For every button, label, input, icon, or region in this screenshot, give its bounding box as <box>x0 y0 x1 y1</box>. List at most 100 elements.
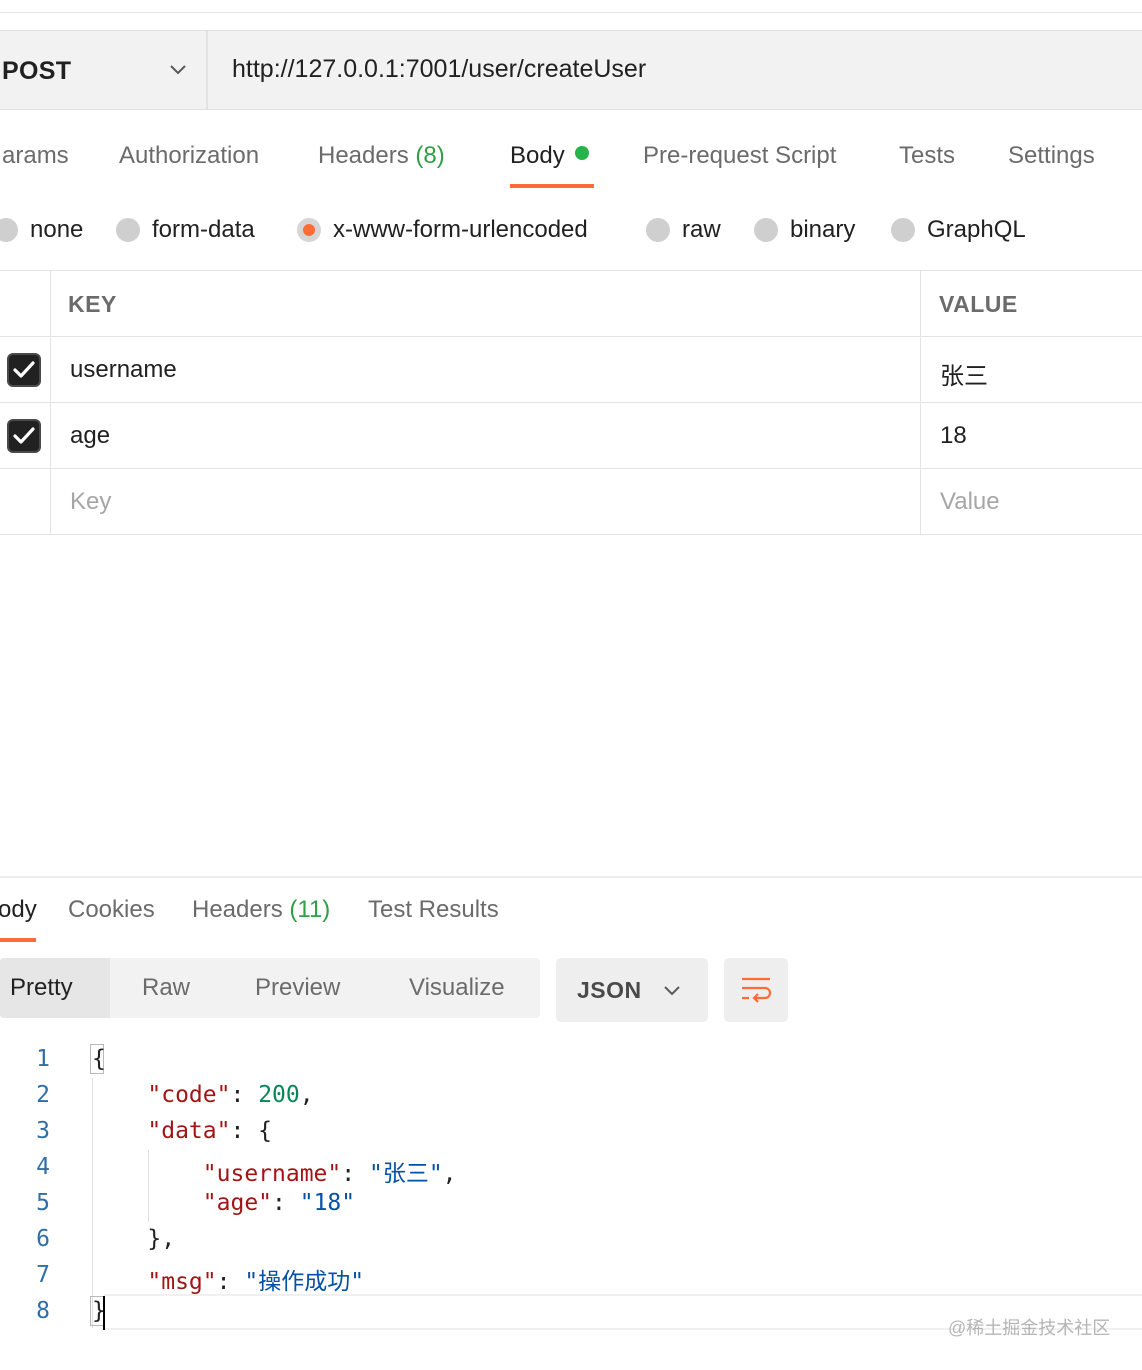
line-number: 1 <box>36 1046 50 1072</box>
json-string: "操作成功" <box>244 1269 365 1295</box>
radio-icon <box>0 218 18 242</box>
radio-selected-icon <box>297 218 321 242</box>
tab-settings[interactable]: Settings <box>1008 142 1095 170</box>
tab-label: Body <box>510 142 565 169</box>
response-code-editor[interactable]: 1 2 3 4 5 6 7 8 { "code": 200, "data": {… <box>0 1040 1142 1340</box>
json-key: "age" <box>202 1190 273 1216</box>
tab-params[interactable]: arams <box>2 142 69 170</box>
line-number: 7 <box>36 1262 50 1288</box>
key-input[interactable]: Key <box>70 488 111 516</box>
radio-raw[interactable]: raw <box>646 210 721 250</box>
radio-icon <box>646 218 670 242</box>
checkmark-icon <box>13 427 35 444</box>
radio-graphql[interactable]: GraphQL <box>891 210 1026 250</box>
json-key: "code" <box>147 1082 231 1108</box>
tab-authorization[interactable]: Authorization <box>119 142 259 170</box>
checkmark-icon <box>13 361 35 378</box>
tab-label: Settings <box>1008 142 1095 169</box>
line-number: 8 <box>36 1298 50 1324</box>
json-brace: { <box>92 1046 106 1072</box>
radio-icon <box>116 218 140 242</box>
tab-cookies[interactable]: Cookies <box>68 896 155 924</box>
chevron-down-icon <box>170 65 186 75</box>
method-label: POST <box>2 57 72 85</box>
radio-form-data[interactable]: form-data <box>116 210 255 250</box>
chevron-down-icon <box>664 986 680 996</box>
params-table: KEY VALUE username 张三 age 18 Key Value <box>0 270 1142 536</box>
key-cell[interactable]: age <box>70 422 110 450</box>
top-divider <box>0 12 1142 13</box>
code-line: }, <box>92 1226 175 1252</box>
radio-x-www-form-urlencoded[interactable]: x-www-form-urlencoded <box>297 210 588 250</box>
tab-label: Test Results <box>368 896 499 923</box>
json-brace: }, <box>147 1226 176 1252</box>
value-cell[interactable]: 18 <box>940 422 967 450</box>
tab-label: ody <box>0 896 37 923</box>
view-mode-switcher: Pretty Raw Preview Visualize <box>0 958 540 1018</box>
tab-response-body[interactable]: ody <box>0 896 37 924</box>
line-number: 4 <box>36 1154 50 1180</box>
value-cell[interactable]: 张三 <box>940 356 988 391</box>
json-string: "18" <box>299 1190 356 1216</box>
json-key: "data" <box>147 1118 231 1144</box>
tab-tests[interactable]: Tests <box>899 142 955 170</box>
row-checkbox[interactable] <box>7 353 41 387</box>
value-input[interactable]: Value <box>940 488 1000 516</box>
view-raw[interactable]: Raw <box>142 958 190 1018</box>
url-input[interactable]: http://127.0.0.1:7001/user/createUser <box>232 55 646 84</box>
line-number: 5 <box>36 1190 50 1216</box>
request-bar: POST http://127.0.0.1:7001/user/createUs… <box>0 30 1142 110</box>
wrap-lines-button[interactable] <box>724 958 788 1022</box>
tab-label: Authorization <box>119 142 260 169</box>
radio-icon <box>754 218 778 242</box>
line-number: 2 <box>36 1082 50 1108</box>
radio-label: GraphQL <box>927 216 1026 243</box>
radio-label: binary <box>790 216 856 243</box>
watermark: @稀土掘金技术社区 <box>948 1318 1111 1338</box>
radio-none[interactable]: none <box>0 210 83 250</box>
format-label: JSON <box>577 977 642 1003</box>
tab-label: Headers <box>318 142 409 169</box>
json-key: "msg" <box>147 1269 217 1295</box>
radio-label: form-data <box>152 216 255 243</box>
json-string: "张三" <box>368 1161 443 1187</box>
tab-label: Cookies <box>68 896 155 923</box>
row-checkbox[interactable] <box>7 419 41 453</box>
format-select[interactable]: JSON <box>556 958 708 1022</box>
response-tabs: ody Cookies Headers (11) Test Results <box>0 892 1142 942</box>
tab-label: Pre-request Script <box>643 142 837 169</box>
table-row-new: Key Value <box>0 469 1142 535</box>
code-line: "age": "18" <box>202 1190 356 1216</box>
radio-label: raw <box>682 216 721 243</box>
table-row: username 张三 <box>0 337 1142 403</box>
line-number: 6 <box>36 1226 50 1252</box>
tab-test-results[interactable]: Test Results <box>368 896 499 924</box>
json-key: "username" <box>202 1161 342 1187</box>
view-preview[interactable]: Preview <box>255 958 340 1018</box>
code-line: "code": 200, <box>147 1082 314 1108</box>
line-number: 3 <box>36 1118 50 1144</box>
radio-label: none <box>30 216 84 243</box>
radio-binary[interactable]: binary <box>754 210 855 250</box>
tab-headers[interactable]: Headers (8) <box>318 142 445 170</box>
tab-label: Tests <box>899 142 956 169</box>
table-row: age 18 <box>0 403 1142 469</box>
headers-count: (11) <box>289 896 331 923</box>
tab-pre-request-script[interactable]: Pre-request Script <box>643 142 836 170</box>
body-type-radios: none form-data x-www-form-urlencoded raw… <box>0 210 1142 254</box>
response-divider <box>0 876 1142 878</box>
code-line: "data": { <box>147 1118 273 1144</box>
tab-label: Headers <box>192 896 283 923</box>
method-select[interactable]: POST <box>0 31 208 109</box>
code-line: "username": "张三", <box>202 1161 457 1187</box>
text-cursor <box>103 1296 105 1330</box>
key-cell[interactable]: username <box>70 356 177 384</box>
key-column-header: KEY <box>68 291 117 317</box>
active-tab-indicator <box>510 184 594 188</box>
view-visualize[interactable]: Visualize <box>409 958 505 1018</box>
tab-response-headers[interactable]: Headers (11) <box>192 896 330 924</box>
view-pretty[interactable]: Pretty <box>0 958 110 1018</box>
value-column-header: VALUE <box>939 291 1018 317</box>
tab-body[interactable]: Body <box>510 142 589 170</box>
wrap-lines-icon <box>742 977 772 1003</box>
